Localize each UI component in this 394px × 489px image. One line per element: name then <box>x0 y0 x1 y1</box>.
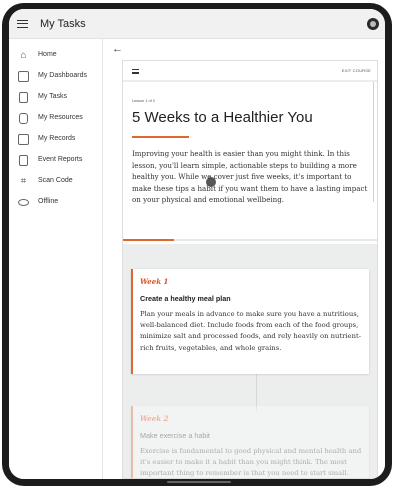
cloud-offline-icon <box>18 199 29 206</box>
screen: My Tasks ⌂ Home My Dashboards My Tasks M… <box>9 9 385 479</box>
sidebar: ⌂ Home My Dashboards My Tasks My Resourc… <box>9 39 103 479</box>
exit-course-button[interactable]: EXIT COURSE <box>342 68 371 73</box>
scrollbar[interactable] <box>372 82 374 202</box>
app-title: My Tasks <box>40 18 86 30</box>
sidebar-item-label: My Dashboards <box>38 72 88 79</box>
hamburger-icon[interactable] <box>17 20 28 28</box>
records-icon <box>18 134 29 145</box>
sidebar-item-label: Scan Code <box>38 177 73 184</box>
dashboard-icon <box>18 71 29 82</box>
course-menu-icon[interactable] <box>132 69 139 74</box>
lesson-progress-fill <box>123 239 174 241</box>
scan-icon: ⌗ <box>20 176 27 187</box>
lesson-intro: Improving your health is easier than you… <box>132 149 368 205</box>
week-card: Week 1 Create a healthy meal plan Plan y… <box>131 269 369 374</box>
sidebar-item-event-reports[interactable]: Event Reports <box>9 152 103 170</box>
week-label: Week 1 <box>140 277 169 286</box>
week-label: Week 2 <box>140 414 169 423</box>
resources-icon <box>19 113 28 124</box>
sidebar-item-label: My Records <box>38 135 76 142</box>
card-title: Create a healthy meal plan <box>140 294 231 303</box>
clipboard-icon <box>19 92 28 103</box>
sidebar-item-my-tasks[interactable]: My Tasks <box>9 89 103 107</box>
title-divider <box>132 136 189 138</box>
course-header: EXIT COURSE <box>123 61 377 81</box>
course-panel: EXIT COURSE Lesson 1 of 3 5 Weeks to a H… <box>122 60 378 479</box>
profile-icon[interactable] <box>367 18 379 30</box>
touch-cursor <box>206 177 216 187</box>
lesson-breadcrumb: Lesson 1 of 3 <box>132 99 155 103</box>
sidebar-item-my-records[interactable]: My Records <box>9 131 103 149</box>
sidebar-item-label: My Resources <box>38 114 83 121</box>
sidebar-item-scan-code[interactable]: ⌗ Scan Code <box>9 173 103 191</box>
sidebar-item-label: Home <box>38 51 57 58</box>
home-indicator <box>167 481 231 483</box>
report-icon <box>19 155 28 166</box>
card-title: Make exercise a habit <box>140 431 210 440</box>
sidebar-item-label: My Tasks <box>38 93 68 100</box>
sidebar-item-my-dashboards[interactable]: My Dashboards <box>9 68 103 86</box>
top-bar: My Tasks <box>9 9 385 39</box>
lesson-title: 5 Weeks to a Healthier You <box>132 109 313 126</box>
card-body: Plan your meals in advance to make sure … <box>140 310 361 352</box>
sidebar-item-offline[interactable]: Offline <box>9 194 103 212</box>
back-arrow-icon[interactable]: ← <box>112 43 123 55</box>
main-content: ← EXIT COURSE Lesson 1 of 3 5 Weeks to a… <box>104 39 385 479</box>
lesson-hero: Lesson 1 of 3 5 Weeks to a Healthier You… <box>123 82 377 244</box>
sidebar-item-home[interactable]: ⌂ Home <box>9 47 103 65</box>
sidebar-item-label: Offline <box>38 198 59 205</box>
home-icon: ⌂ <box>20 50 27 61</box>
card-body: Exercise is fundamental to good physical… <box>140 447 362 478</box>
sidebar-item-my-resources[interactable]: My Resources <box>9 110 103 128</box>
lesson-progress-bar <box>123 239 377 241</box>
sidebar-item-label: Event Reports <box>38 156 83 163</box>
tablet-frame: My Tasks ⌂ Home My Dashboards My Tasks M… <box>2 3 392 486</box>
week-card: Week 2 Make exercise a habit Exercise is… <box>131 406 369 478</box>
